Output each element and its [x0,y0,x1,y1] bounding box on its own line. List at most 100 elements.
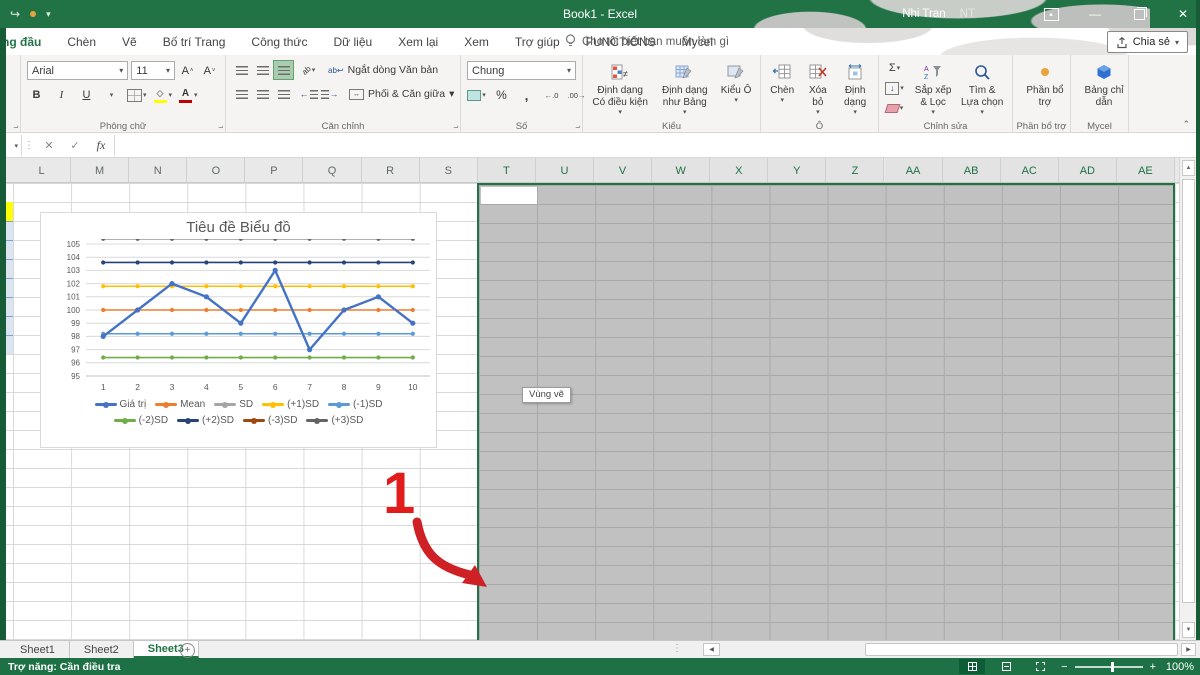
column-header-AC[interactable]: AC [1001,158,1059,183]
column-header-W[interactable]: W [652,158,710,183]
column-header-Z[interactable]: Z [826,158,884,183]
sheet-tab-sheet1[interactable]: Sheet1 [6,641,70,658]
ribbon-tab-dữ-liệu[interactable]: Dữ liệu [320,28,385,55]
align-left-button[interactable] [232,85,251,103]
sheet-grid[interactable]: Tiêu đề Biểu đồ 959697989910010110210310… [0,183,1180,640]
increase-font-size-button[interactable]: A˄ [178,62,197,80]
delete-cells-button[interactable]: Xóa bỏ [803,59,832,118]
ribbon-tab-xem-lại[interactable]: Xem lại [385,28,451,55]
column-header-AB[interactable]: AB [943,158,1001,183]
align-right-button[interactable] [274,85,293,103]
cell-styles-button[interactable]: Kiểu Ô [718,59,754,106]
user-initials-badge[interactable]: NT [960,8,975,20]
clear-button[interactable]: ▾ [885,99,904,117]
increase-decimal-button[interactable]: ←.0 [542,86,561,104]
column-header-P[interactable]: P [245,158,303,183]
comma-style-button[interactable]: , [517,86,536,104]
column-header-O[interactable]: O [187,158,245,183]
column-header-M[interactable]: M [71,158,129,183]
minimize-button[interactable]: — [1086,5,1104,23]
insert-cells-button[interactable]: Chèn [767,59,797,106]
font-size-select[interactable]: 11▾ [131,61,175,80]
zoom-out-button[interactable]: − [1061,661,1067,673]
ribbon-tab-công-thức[interactable]: Công thức [238,28,320,55]
percent-style-button[interactable]: % [492,86,511,104]
formula-bar-handle[interactable]: ⋮ [22,140,36,151]
ribbon-tab-trợ-giúp[interactable]: Trợ giúp [502,28,573,55]
column-header-Y[interactable]: Y [768,158,826,183]
font-dialog-launcher[interactable]: ⌐ [214,122,223,131]
column-header-V[interactable]: V [594,158,652,183]
ribbon-tab-chèn[interactable]: Chèn [54,28,109,55]
sheet-tab-sheet2[interactable]: Sheet2 [70,641,134,658]
underline-button[interactable]: U [77,86,96,104]
alignment-dialog-launcher[interactable]: ⌐ [449,122,458,131]
decrease-indent-button[interactable]: ← [299,85,318,103]
horizontal-scroll-thumb[interactable] [865,643,1178,656]
restore-button[interactable] [1130,5,1148,23]
decrease-font-size-button[interactable]: A˅ [200,62,219,80]
enter-button[interactable]: ✓ [62,135,88,156]
scroll-left-icon[interactable]: ◀ [703,643,720,656]
column-header-AA[interactable]: AA [885,158,943,183]
borders-button[interactable]: ▾ [127,86,147,104]
font-color-button[interactable]: A▾ [178,86,198,104]
zoom-level[interactable]: 100% [1164,661,1194,673]
addins-button[interactable]: Phần bổ trợ [1019,59,1071,110]
bold-button[interactable]: B [27,86,46,104]
conditional-formatting-button[interactable]: ≠ Định dạng Có điều kiện [589,59,651,118]
fill-color-button[interactable]: ◇▾ [153,86,173,104]
fill-button[interactable]: ↓▾ [885,79,904,97]
formula-input[interactable] [114,135,1200,156]
column-header-R[interactable]: R [362,158,420,183]
ribbon-tab-bố-trí-trang[interactable]: Bố trí Trang [150,28,239,55]
underline-dropdown[interactable]: ▾ [102,86,121,104]
normal-view-button[interactable] [959,659,985,674]
column-header-AD[interactable]: AD [1059,158,1117,183]
zoom-slider-thumb[interactable] [1111,662,1114,672]
scroll-right-icon[interactable]: ▶ [1181,643,1196,656]
cancel-button[interactable]: ✕ [36,135,62,156]
column-header-Q[interactable]: Q [304,158,362,183]
autosum-button[interactable]: Σ▾ [885,59,904,77]
wrap-text-button[interactable]: ab↩Ngắt dòng Văn bản [328,61,438,79]
guide-board-button[interactable]: Bảng chỉ dẫn [1077,59,1131,110]
highlighted-data-cells[interactable] [6,221,13,354]
accessibility-status[interactable]: Trợ năng: Cần điều tra [8,661,120,673]
zoom-in-button[interactable]: + [1150,661,1156,673]
chart-legend[interactable]: Giá trịMeanSD(+1)SD(-1)SD(-2)SD(+2)SD(-3… [41,399,436,426]
chart-object[interactable]: Tiêu đề Biểu đồ 959697989910010110210310… [40,212,437,448]
zoom-slider[interactable] [1075,666,1143,668]
column-header-L[interactable]: L [13,158,71,183]
ribbon-tab-ng-đầu[interactable]: ng đầu [0,28,54,55]
ribbon-tab-xem[interactable]: Xem [451,28,502,55]
scroll-up-icon[interactable]: ▲ [1182,160,1195,176]
vertical-scroll-thumb[interactable] [1182,179,1195,603]
find-select-button[interactable]: Tìm & Lựa chọn [958,59,1006,118]
ribbon-tab-vẽ[interactable]: Vẽ [109,28,150,55]
chart-title[interactable]: Tiêu đề Biểu đồ [41,219,436,236]
tab-bar-handle[interactable]: ⋮ [672,643,682,654]
column-header-S[interactable]: S [420,158,478,183]
page-break-view-button[interactable] [1027,659,1053,674]
insert-function-button[interactable]: fx [88,135,114,156]
collapse-ribbon-icon[interactable]: ⌃ [1182,119,1190,130]
number-format-select[interactable]: Chung▾ [467,61,576,80]
font-name-select[interactable]: Arial▾ [27,61,128,80]
highlighted-yellow-cell[interactable] [6,202,13,221]
sort-filter-button[interactable]: AZ Sắp xếp & Lọc [911,59,955,118]
dialog-launcher-icon[interactable]: ⌐ [9,122,18,131]
italic-button[interactable]: I [52,86,71,104]
format-as-table-button[interactable]: Định dạng như Bảng [655,59,714,118]
user-name[interactable]: Nhi Tran [902,8,945,20]
column-header-U[interactable]: U [536,158,594,183]
orientation-button[interactable]: ab▾ [299,61,318,79]
ribbon-display-options-button[interactable]: ▴ [1042,5,1060,23]
column-header-N[interactable]: N [129,158,187,183]
active-cell-T1[interactable] [481,187,537,204]
align-middle-button[interactable] [253,61,272,79]
close-button[interactable]: ✕ [1174,5,1192,23]
selected-range[interactable] [477,183,1175,640]
align-top-button[interactable] [232,61,251,79]
column-header-T[interactable]: T [478,158,536,183]
